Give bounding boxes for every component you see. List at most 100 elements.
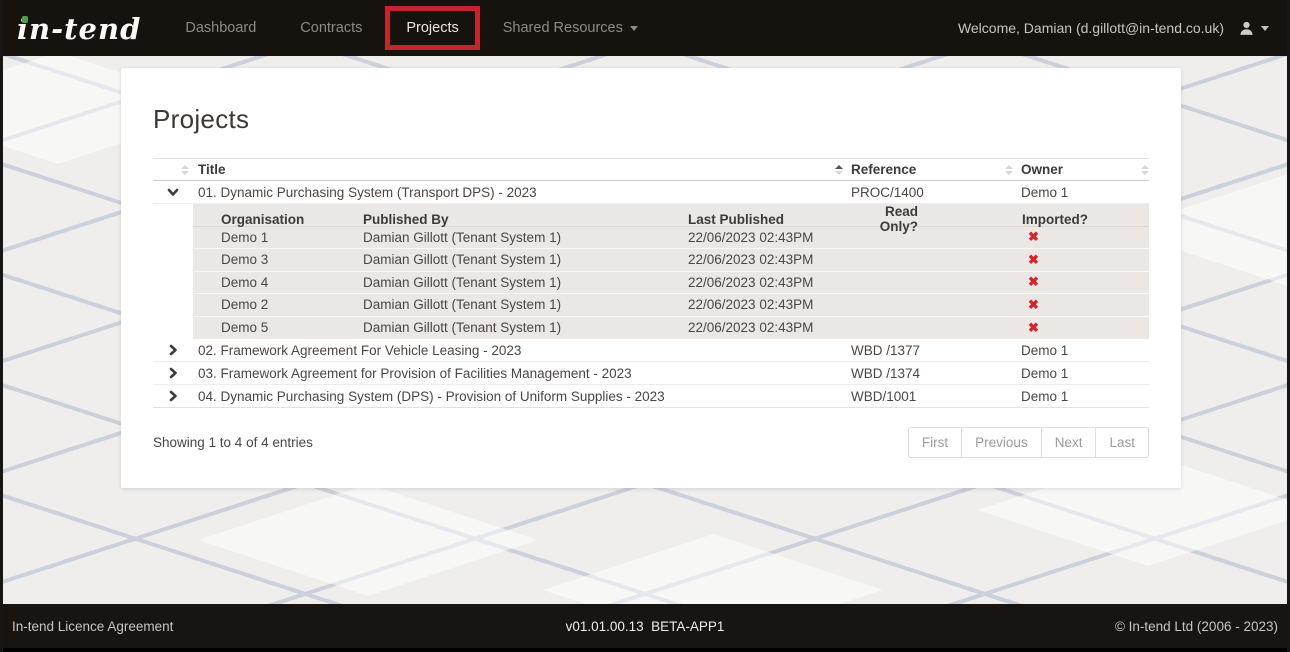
table-row[interactable]: 01. Dynamic Purchasing System (Transport…	[153, 181, 1149, 204]
subtable-header-row: Organisation Published By Last Published…	[193, 204, 1149, 227]
app-window: in-tend Dashboard Contracts Projects Sha…	[0, 0, 1290, 652]
organisation-cell: Demo 5	[193, 320, 363, 335]
not-imported-cross-icon: ✖	[1022, 229, 1039, 245]
expander-column-header[interactable]	[153, 165, 193, 175]
not-imported-cross-icon: ✖	[1022, 297, 1039, 313]
nav-item-label: Dashboard	[185, 20, 256, 36]
sort-icon[interactable]	[1005, 165, 1013, 175]
last-published-cell: 22/06/2023 02:43PM	[688, 320, 846, 335]
nav-item-shared-resources[interactable]: Shared Resources	[490, 0, 651, 56]
project-reference-cell: WBD/1001	[843, 389, 1013, 404]
chevron-down-icon	[167, 186, 179, 198]
chevron-right-icon	[167, 344, 179, 356]
subtable-row: Demo 4 Damian Gillott (Tenant System 1) …	[193, 272, 1149, 295]
organisation-cell: Demo 4	[193, 275, 363, 290]
project-reference-cell: PROC/1400	[843, 185, 1013, 200]
organisation-cell: Demo 3	[193, 252, 363, 267]
pagination-first-button[interactable]: First	[908, 427, 962, 458]
brand-green-dot-icon	[22, 16, 28, 23]
organisation-cell: Demo 1	[193, 230, 363, 245]
nav-item-label: Projects	[406, 20, 458, 36]
subcolumn-read-only: Read Only?	[846, 204, 918, 234]
subtable-row: Demo 3 Damian Gillott (Tenant System 1) …	[193, 249, 1149, 272]
organisation-cell: Demo 2	[193, 297, 363, 312]
published-by-cell: Damian Gillott (Tenant System 1)	[363, 230, 688, 245]
version-text: v01.01.00.13 BETA-APP1	[3, 619, 1287, 634]
project-title-cell: 04. Dynamic Purchasing System (DPS) - Pr…	[193, 389, 843, 404]
not-imported-cross-icon: ✖	[1022, 252, 1039, 268]
project-reference-cell: WBD /1377	[843, 343, 1013, 358]
published-by-cell: Damian Gillott (Tenant System 1)	[363, 275, 688, 290]
last-published-cell: 22/06/2023 02:43PM	[688, 275, 846, 290]
page-background: Projects Title Reference	[3, 56, 1287, 604]
project-title-cell: 01. Dynamic Purchasing System (Transport…	[193, 185, 843, 200]
nav-item-dashboard[interactable]: Dashboard	[172, 0, 269, 56]
subtable-row: Demo 5 Damian Gillott (Tenant System 1) …	[193, 317, 1149, 340]
pagination: First Previous Next Last	[908, 427, 1149, 458]
column-label: Owner	[1021, 162, 1063, 177]
expand-row-button[interactable]	[153, 390, 193, 402]
projects-card: Projects Title Reference	[121, 68, 1181, 488]
welcome-text: Welcome, Damian (d.gillott@in-tend.co.uk…	[958, 20, 1224, 36]
project-reference-cell: WBD /1374	[843, 366, 1013, 381]
pagination-next-button[interactable]: Next	[1041, 427, 1097, 458]
background-diamond	[198, 484, 538, 596]
not-imported-cross-icon: ✖	[1022, 320, 1039, 336]
expanded-publications-subtable: Organisation Published By Last Published…	[193, 204, 1149, 339]
nav-menu: Dashboard Contracts Projects Shared Reso…	[163, 0, 659, 56]
background-diamond	[543, 534, 883, 604]
table-row[interactable]: 02. Framework Agreement For Vehicle Leas…	[153, 339, 1149, 362]
entries-summary: Showing 1 to 4 of 4 entries	[153, 435, 313, 450]
nav-item-projects[interactable]: Projects	[393, 0, 471, 56]
app-footer: v01.01.00.13 BETA-APP1 In-tend Licence A…	[3, 604, 1287, 652]
expand-row-button[interactable]	[153, 344, 193, 356]
pagination-previous-button[interactable]: Previous	[961, 427, 1042, 458]
user-menu-button[interactable]	[1238, 20, 1269, 37]
user-icon	[1238, 20, 1255, 37]
project-title-cell: 02. Framework Agreement For Vehicle Leas…	[193, 343, 843, 358]
project-owner-cell: Demo 1	[1013, 366, 1149, 381]
last-published-cell: 22/06/2023 02:43PM	[688, 230, 846, 245]
column-label: Title	[198, 162, 226, 177]
subcolumn-organisation: Organisation	[193, 212, 363, 227]
subcolumn-last-published: Last Published	[688, 212, 846, 227]
subtable-row: Demo 1 Damian Gillott (Tenant System 1) …	[193, 227, 1149, 250]
brand-text: in-tend	[17, 12, 141, 46]
nav-item-label: Contracts	[300, 20, 362, 36]
last-published-cell: 22/06/2023 02:43PM	[688, 252, 846, 267]
column-header-owner[interactable]: Owner	[1013, 162, 1149, 177]
project-owner-cell: Demo 1	[1013, 185, 1149, 200]
subcolumn-imported: Imported?	[918, 212, 1149, 227]
published-by-cell: Damian Gillott (Tenant System 1)	[363, 320, 688, 335]
table-row[interactable]: 03. Framework Agreement for Provision of…	[153, 362, 1149, 385]
subtable-row: Demo 2 Damian Gillott (Tenant System 1) …	[193, 294, 1149, 317]
expand-row-button[interactable]	[153, 367, 193, 379]
chevron-right-icon	[167, 390, 179, 402]
sort-icon[interactable]	[181, 165, 189, 175]
column-header-reference[interactable]: Reference	[843, 162, 1013, 177]
chevron-right-icon	[167, 367, 179, 379]
nav-item-contracts[interactable]: Contracts	[287, 0, 375, 56]
table-footer: Showing 1 to 4 of 4 entries First Previo…	[153, 427, 1149, 458]
project-title-cell: 03. Framework Agreement for Provision of…	[193, 366, 843, 381]
navbar: in-tend Dashboard Contracts Projects Sha…	[3, 0, 1287, 56]
published-by-cell: Damian Gillott (Tenant System 1)	[363, 297, 688, 312]
project-owner-cell: Demo 1	[1013, 343, 1149, 358]
project-owner-cell: Demo 1	[1013, 389, 1149, 404]
published-by-cell: Damian Gillott (Tenant System 1)	[363, 252, 688, 267]
collapse-row-button[interactable]	[153, 186, 193, 198]
nav-item-label: Shared Resources	[503, 20, 623, 36]
not-imported-cross-icon: ✖	[1022, 274, 1039, 290]
page-title: Projects	[153, 104, 1149, 135]
sort-ascending-icon[interactable]	[835, 165, 843, 175]
subcolumn-published-by: Published By	[363, 212, 688, 227]
column-label: Reference	[851, 162, 916, 177]
table-row[interactable]: 04. Dynamic Purchasing System (DPS) - Pr…	[153, 385, 1149, 408]
sort-icon[interactable]	[1141, 165, 1149, 175]
pagination-last-button[interactable]: Last	[1095, 427, 1149, 458]
chevron-down-icon	[630, 26, 638, 31]
in-tend-logo[interactable]: in-tend	[17, 13, 141, 44]
projects-table: Title Reference Owner	[153, 158, 1149, 408]
column-header-title[interactable]: Title	[193, 162, 843, 177]
copyright-text: © In-tend Ltd (2006 - 2023)	[1115, 619, 1278, 634]
